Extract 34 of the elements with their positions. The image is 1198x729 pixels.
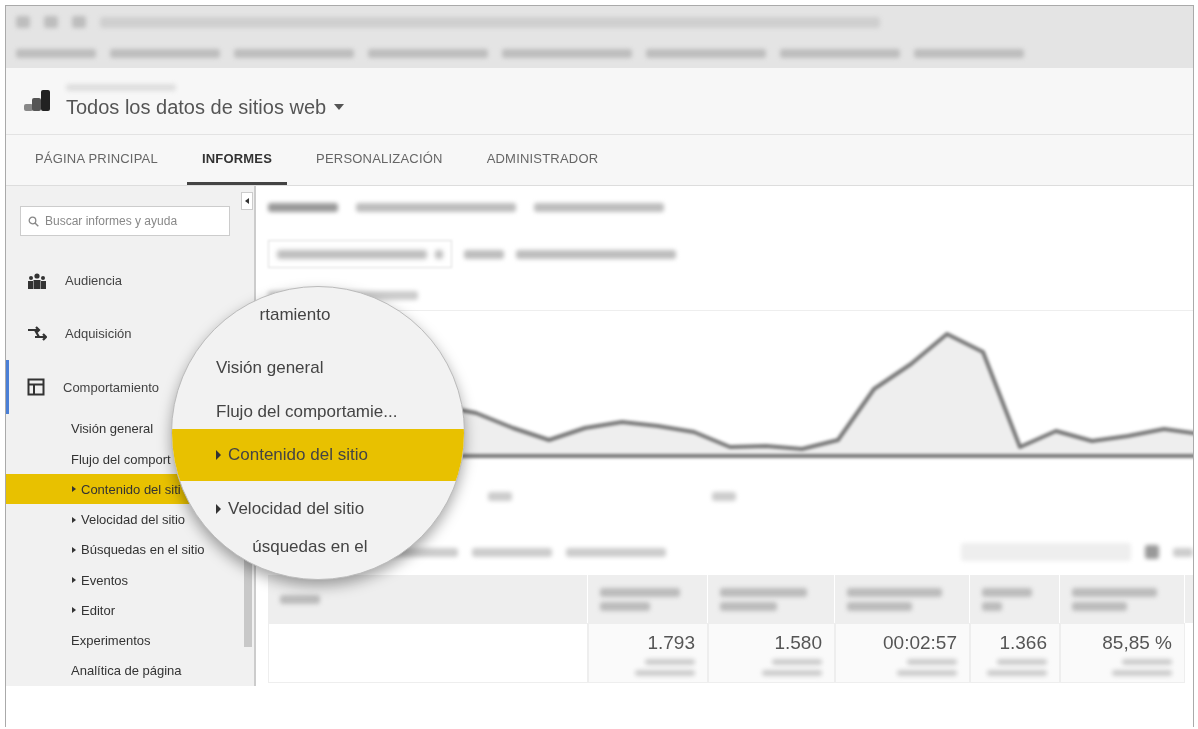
sidebar-subitem[interactable]: Experimentos [6,625,254,656]
sidebar-item-label: Audiencia [65,273,123,289]
collapse-button[interactable] [241,192,253,210]
table-cell: 1.366 [970,623,1060,683]
caret-icon [72,516,76,523]
search-icon [28,216,39,227]
sidebar-item-label: Comportamiento [63,379,160,395]
caret-icon [216,504,221,514]
table-cell: 1.793 [588,623,708,683]
nav-tab[interactable]: PERSONALIZACIÓN [301,135,458,185]
sidebar-item[interactable]: Audiencia [6,254,254,308]
bar-chart-logo-icon [24,89,52,113]
people-icon [27,272,47,289]
caret-icon [72,577,76,584]
caret-icon [216,450,221,460]
sidebar-subitem[interactable]: Búsquedas en el sitio [6,534,254,565]
sidebar-subitem[interactable]: Editor [6,595,254,626]
dropdown-caret-icon[interactable] [334,104,345,110]
table-cell: 00:02:57 [835,623,970,683]
table-cell: 1.580 [708,623,835,683]
sidebar-subitem[interactable]: Analítica de página [6,655,254,686]
nav-tab[interactable]: ADMINISTRADOR [471,135,614,185]
caret-icon [72,486,76,493]
arrows-icon [27,324,47,343]
nav-tab[interactable]: PÁGINA PRINCIPAL [20,135,173,185]
layout-icon [27,378,45,396]
table-cell: 85,85 % [1060,623,1185,683]
search-field[interactable]: Buscar informes y ayuda [20,206,230,236]
caret-icon [72,607,76,614]
sidebar-item[interactable]: Adquisición [6,307,254,361]
sidebar-item-label: Adquisición [65,326,132,342]
caret-icon [72,546,76,553]
sidebar-subitem[interactable]: Eventos [6,564,254,596]
property-title: Todos los datos de sitios web [66,95,327,119]
